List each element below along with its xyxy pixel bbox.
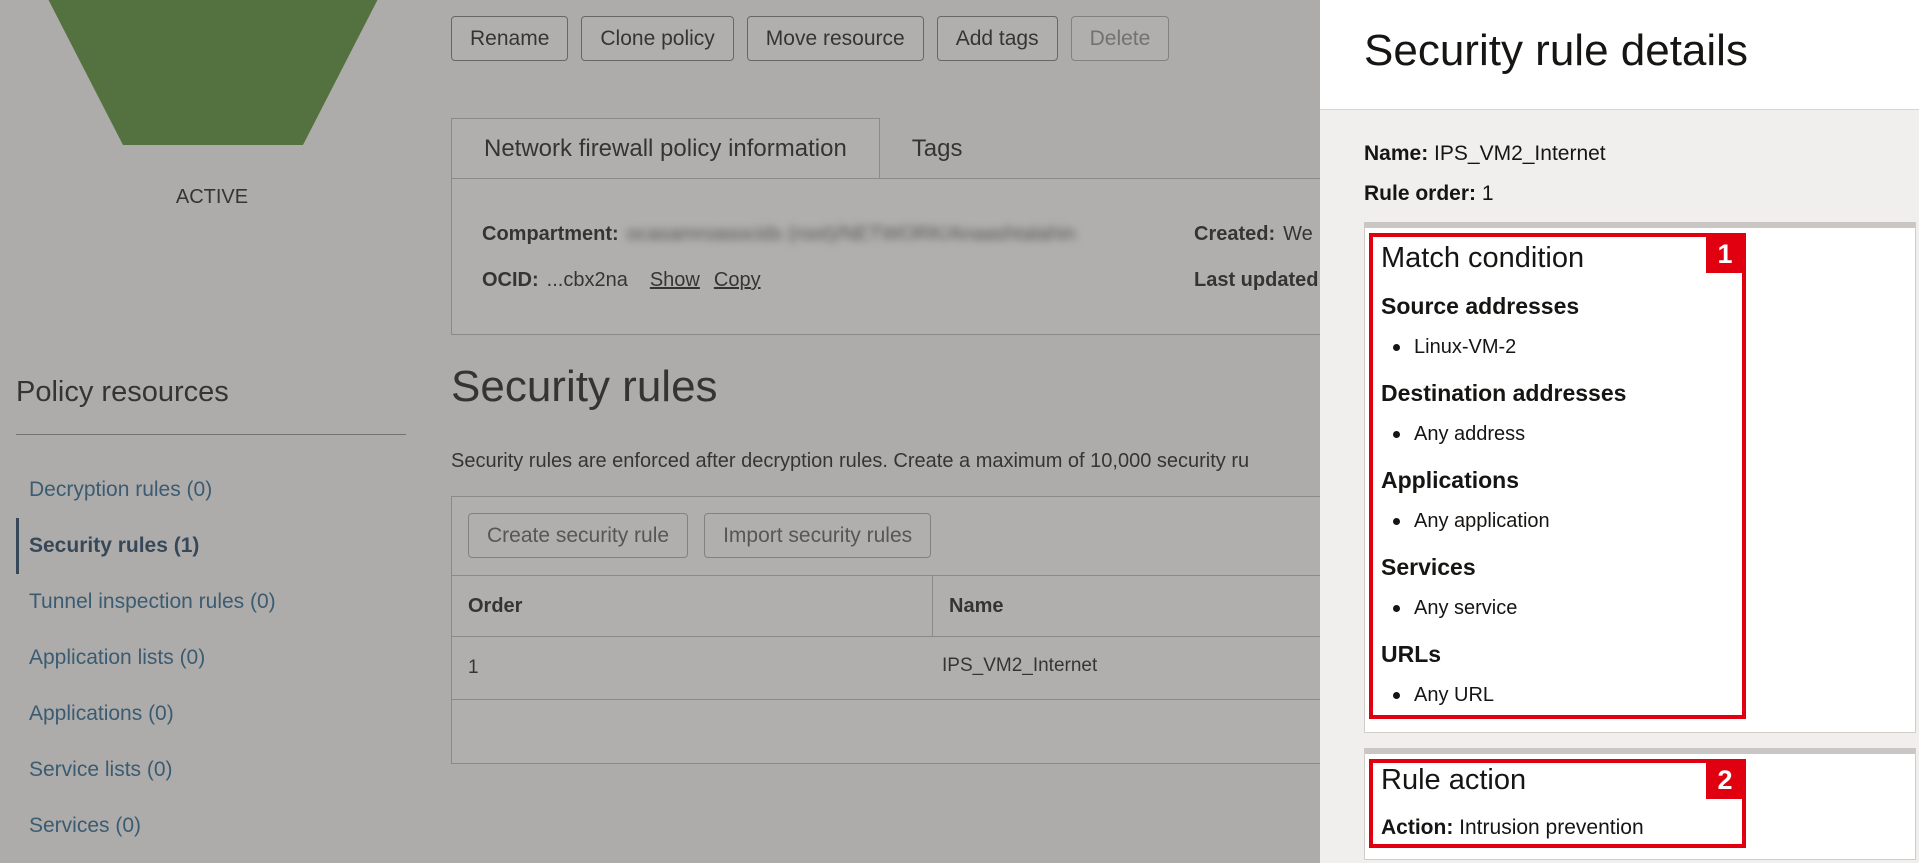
callout-number-2: 2 [1706, 761, 1744, 799]
rule-name-row: Name: IPS_VM2_Internet [1364, 142, 1606, 166]
rule-order-value: 1 [1481, 182, 1494, 205]
rule-name-label: Name: [1364, 142, 1429, 165]
rule-order-label: Rule order: [1364, 182, 1477, 205]
callout-number-1: 1 [1706, 235, 1744, 273]
rule-order-row: Rule order: 1 [1364, 182, 1494, 206]
security-rule-details-drawer: Security rule details Name: IPS_VM2_Inte… [1320, 0, 1919, 863]
rule-name-value: IPS_VM2_Internet [1434, 142, 1606, 165]
drawer-title: Security rule details [1364, 26, 1748, 75]
highlight-box-match-condition [1369, 233, 1746, 719]
highlight-box-rule-action [1369, 759, 1746, 848]
modal-backdrop[interactable] [0, 0, 1320, 863]
drawer-header: Security rule details [1320, 0, 1919, 110]
